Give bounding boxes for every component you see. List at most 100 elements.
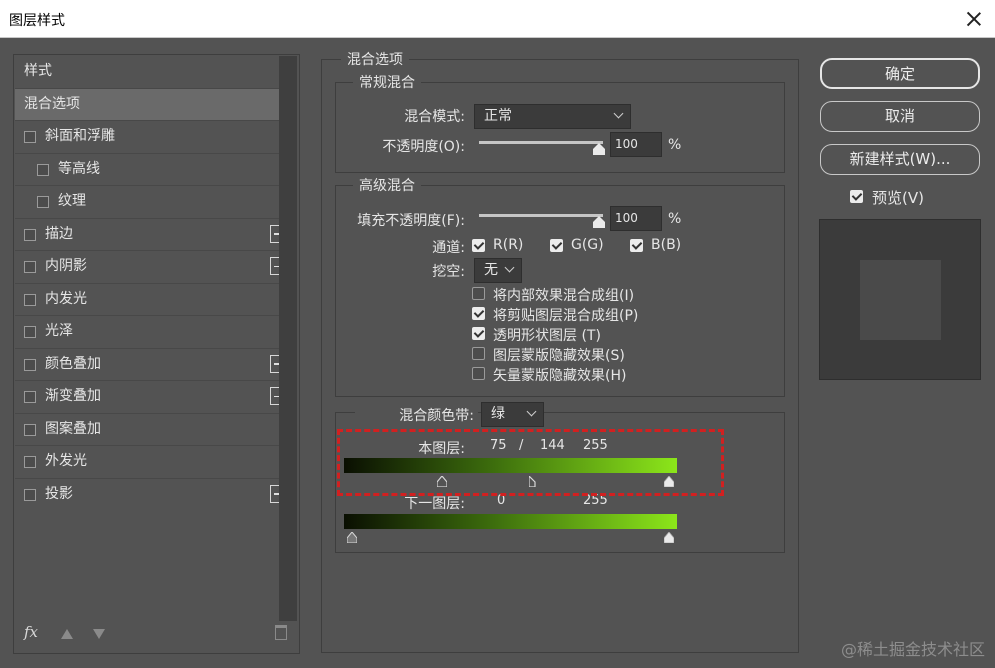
transparency-shapes-label: 透明形状图层 (T) <box>493 328 601 344</box>
styles-panel: 样式 混合选项 斜面和浮雕 等高线 纹理 描边 内阴影 内发光 光泽 颜色叠加 … <box>13 54 300 654</box>
layer-mask-hides-label: 图层蒙版隐藏效果(S) <box>493 348 625 364</box>
style-item-label: 颜色叠加 <box>45 355 101 372</box>
style-item-bevel-emboss[interactable]: 斜面和浮雕 <box>15 121 279 154</box>
fill-opacity-slider-thumb[interactable] <box>593 216 605 228</box>
underlying-gradient-bar <box>344 514 677 529</box>
knockout-dropdown[interactable]: 无 <box>474 258 522 283</box>
close-icon[interactable] <box>959 4 989 34</box>
blend-if-channel-value: 绿 <box>491 406 505 422</box>
preview-swatch <box>860 260 941 340</box>
style-item-label: 内发光 <box>45 290 87 307</box>
underlying-low-slider-icon[interactable] <box>347 532 357 543</box>
checkbox[interactable] <box>24 326 36 338</box>
scrollbar[interactable] <box>279 56 297 621</box>
style-item-label: 纹理 <box>58 193 86 209</box>
style-item-satin[interactable]: 光泽 <box>15 316 279 349</box>
style-item-drop-shadow[interactable]: 投影 <box>15 479 288 512</box>
blend-interior-label: 将内部效果混合成组(I) <box>493 288 635 304</box>
highlight-annotation <box>337 429 724 496</box>
fill-opacity-input[interactable]: 100 <box>610 206 662 231</box>
blend-interior-checkbox[interactable] <box>472 287 485 300</box>
blend-mode-value: 正常 <box>484 108 512 124</box>
move-up-icon[interactable] <box>61 629 73 639</box>
channel-b-label: B(B) <box>651 237 682 253</box>
blend-clipped-label: 将剪贴图层混合成组(P) <box>493 308 639 324</box>
checkbox[interactable] <box>37 163 49 176</box>
style-item-stroke[interactable]: 描边 <box>15 219 288 251</box>
checkbox[interactable] <box>24 423 36 436</box>
channel-r-label: R(R) <box>493 237 524 253</box>
layer-mask-hides-checkbox[interactable] <box>472 347 485 360</box>
fill-opacity-unit: % <box>668 211 682 227</box>
style-item-label: 斜面和浮雕 <box>45 128 115 144</box>
styles-footer: fx <box>14 617 299 653</box>
ok-button[interactable]: 确定 <box>820 58 980 89</box>
preview-thumbnail <box>819 219 981 380</box>
checkbox[interactable] <box>24 488 36 501</box>
style-item-label: 投影 <box>45 485 73 502</box>
watermark: @稀土掘金技术社区 <box>840 640 985 659</box>
knockout-label: 挖空: <box>432 264 465 280</box>
checkbox[interactable] <box>24 228 36 241</box>
style-item-label: 图案叠加 <box>45 420 101 437</box>
checkbox[interactable] <box>24 261 36 273</box>
style-item-inner-glow[interactable]: 内发光 <box>15 284 279 316</box>
checkbox[interactable] <box>24 293 36 306</box>
chevron-down-icon <box>526 406 537 417</box>
checkbox[interactable] <box>24 391 36 403</box>
move-down-icon[interactable] <box>93 629 105 639</box>
fx-icon[interactable]: fx <box>24 623 38 641</box>
chevron-down-icon <box>613 108 624 119</box>
channel-b-checkbox[interactable] <box>630 239 643 252</box>
style-item-color-overlay[interactable]: 颜色叠加 <box>15 349 288 381</box>
knockout-value: 无 <box>484 262 498 278</box>
style-item-label: 描边 <box>45 225 73 242</box>
style-item-inner-shadow[interactable]: 内阴影 <box>15 251 288 284</box>
blend-mode-label: 混合模式: <box>404 109 465 125</box>
channel-r-checkbox[interactable] <box>472 239 485 252</box>
styles-header[interactable]: 样式 <box>15 56 279 89</box>
blending-options-title: 混合选项 <box>341 49 409 69</box>
transparency-shapes-checkbox[interactable] <box>472 327 485 340</box>
style-item-texture[interactable]: 纹理 <box>15 186 279 219</box>
channel-g-checkbox[interactable] <box>550 239 563 252</box>
checkbox[interactable] <box>24 358 36 371</box>
general-blending-title: 常规混合 <box>353 72 421 92</box>
preview-checkbox[interactable] <box>850 190 863 203</box>
opacity-unit: % <box>668 137 682 153</box>
vector-mask-hides-checkbox[interactable] <box>472 367 485 380</box>
underlying-high-slider-icon[interactable] <box>664 532 674 543</box>
underlying-layer-label: 下一图层: <box>404 496 465 512</box>
trash-icon[interactable] <box>275 625 287 640</box>
style-item-pattern-overlay[interactable]: 图案叠加 <box>15 414 279 446</box>
advanced-blending-title: 高级混合 <box>353 175 421 195</box>
preview-label: 预览(V) <box>872 189 924 207</box>
opacity-input[interactable]: 100 <box>610 132 662 157</box>
style-item-gradient-overlay[interactable]: 渐变叠加 <box>15 381 288 414</box>
style-item-label: 渐变叠加 <box>45 388 101 404</box>
fill-opacity-slider-track[interactable] <box>479 214 603 217</box>
channels-label: 通道: <box>432 240 465 256</box>
chevron-down-icon <box>504 262 515 273</box>
new-style-button[interactable]: 新建样式(W)... <box>820 144 980 175</box>
checkbox[interactable] <box>24 131 36 143</box>
blend-if-dropdown[interactable]: 绿 <box>481 402 544 427</box>
style-item-outer-glow[interactable]: 外发光 <box>15 446 279 479</box>
blend-if-label: 混合颜色带: <box>355 405 478 425</box>
window-title: 图层样式 <box>9 13 65 29</box>
checkbox[interactable] <box>37 196 49 208</box>
style-item-blending-options[interactable]: 混合选项 <box>15 88 279 121</box>
opacity-slider-thumb[interactable] <box>593 143 605 155</box>
blend-clipped-checkbox[interactable] <box>472 307 485 320</box>
vector-mask-hides-label: 矢量蒙版隐藏效果(H) <box>493 368 627 384</box>
title-bar: 图层样式 <box>0 0 995 38</box>
fill-opacity-label: 填充不透明度(F): <box>357 213 465 229</box>
style-item-label: 光泽 <box>45 323 73 339</box>
styles-list: 样式 混合选项 斜面和浮雕 等高线 纹理 描边 内阴影 内发光 光泽 颜色叠加 … <box>15 56 288 512</box>
opacity-label: 不透明度(O): <box>382 139 465 155</box>
checkbox[interactable] <box>24 456 36 468</box>
blend-mode-dropdown[interactable]: 正常 <box>474 104 631 129</box>
style-item-contour[interactable]: 等高线 <box>15 154 279 186</box>
opacity-slider-track[interactable] <box>479 141 603 144</box>
cancel-button[interactable]: 取消 <box>820 101 980 132</box>
